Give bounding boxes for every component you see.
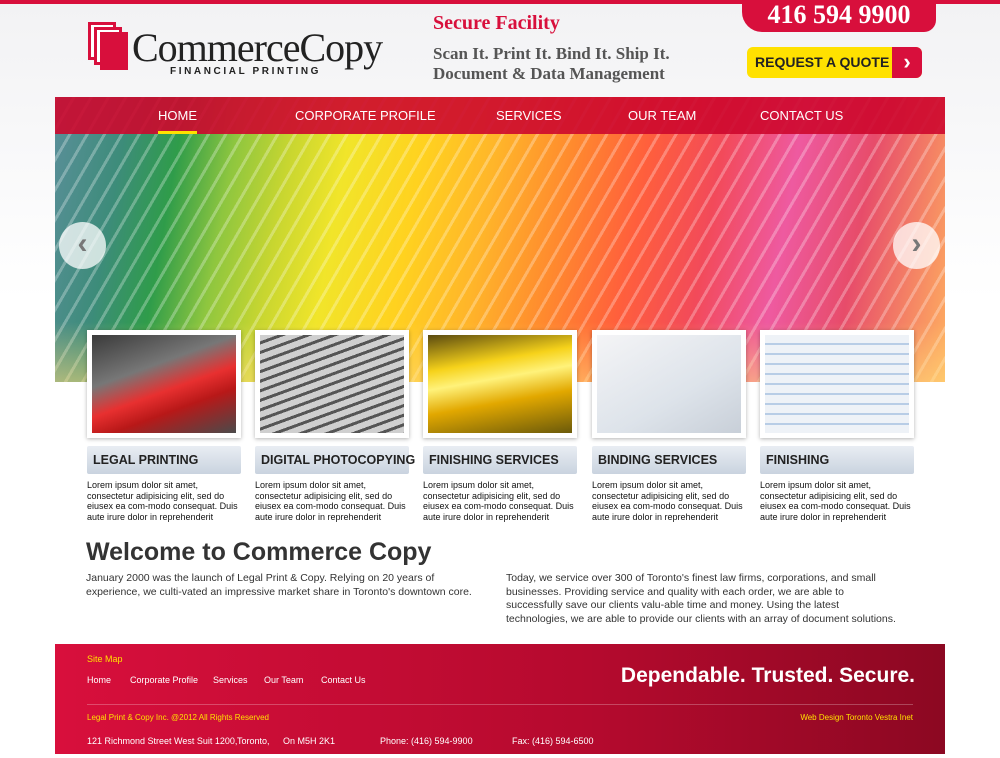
service-title[interactable]: BINDING SERVICES: [592, 446, 746, 474]
footer-phone: Phone: (416) 594-9900: [380, 736, 473, 746]
footer-fax: Fax: (416) 594-6500: [512, 736, 594, 746]
logo-mark-icon: [88, 22, 128, 70]
tagline: Scan It. Print It. Bind It. Ship It. Doc…: [433, 44, 670, 84]
slider-next-button[interactable]: ›: [893, 222, 940, 269]
logo-name: CommerceCopy: [132, 25, 383, 70]
main-nav: HOME CORPORATE PROFILE SERVICES OUR TEAM…: [55, 97, 945, 134]
service-card-legal-printing[interactable]: LEGAL PRINTING Lorem ipsum dolor sit ame…: [87, 330, 241, 522]
nav-our-team[interactable]: OUR TEAM: [628, 97, 696, 134]
nav-services[interactable]: SERVICES: [496, 97, 562, 134]
footer-link-our-team[interactable]: Our Team: [264, 675, 303, 685]
service-text: Lorem ipsum dolor sit amet, consectetur …: [592, 480, 743, 522]
service-text: Lorem ipsum dolor sit amet, consectetur …: [87, 480, 238, 522]
welcome-text-right: Today, we service over 300 of Toronto's …: [506, 572, 896, 625]
nav-contact-us[interactable]: CONTACT US: [760, 97, 843, 134]
service-title[interactable]: FINISHING: [760, 446, 914, 474]
service-text: Lorem ipsum dolor sit amet, consectetur …: [423, 480, 574, 522]
footer: Site Map Home Corporate Profile Services…: [55, 644, 945, 754]
service-image: [760, 330, 914, 438]
tagline-line-2: Document & Data Management: [433, 64, 665, 83]
footer-credit-link[interactable]: Web Design Toronto Vestra Inet: [800, 713, 913, 722]
service-card-digital-photocopying[interactable]: DIGITAL PHOTOCOPYING Lorem ipsum dolor s…: [255, 330, 415, 522]
service-text: Lorem ipsum dolor sit amet, consectetur …: [760, 480, 911, 522]
welcome-text-left: January 2000 was the launch of Legal Pri…: [86, 572, 472, 598]
footer-address: 121 Richmond Street West Suit 1200,: [87, 736, 238, 746]
service-image: [255, 330, 409, 438]
footer-link-contact-us[interactable]: Contact Us: [321, 675, 366, 685]
service-title[interactable]: LEGAL PRINTING: [87, 446, 241, 474]
service-title[interactable]: DIGITAL PHOTOCOPYING: [255, 446, 415, 474]
footer-link-home[interactable]: Home: [87, 675, 111, 685]
tagline-line-1: Scan It. Print It. Bind It. Ship It.: [433, 44, 670, 63]
logo[interactable]: CommerceCopy FINANCIAL PRINTING: [88, 22, 388, 78]
service-card-binding-services[interactable]: BINDING SERVICES Lorem ipsum dolor sit a…: [592, 330, 746, 522]
service-image: [87, 330, 241, 438]
chevron-right-icon: ›: [911, 227, 922, 260]
footer-copyright: Legal Print & Copy Inc. @2012 All Rights…: [87, 713, 269, 722]
chevron-right-icon: ›: [892, 47, 922, 78]
logo-subtitle: FINANCIAL PRINTING: [170, 66, 322, 77]
slider-prev-button[interactable]: ‹: [59, 222, 106, 269]
request-quote-label: REQUEST A QUOTE: [755, 54, 890, 70]
footer-link-corporate-profile[interactable]: Corporate Profile: [130, 675, 198, 685]
nav-home[interactable]: HOME: [158, 97, 197, 134]
secure-facility-heading: Secure Facility: [433, 12, 560, 34]
footer-slogan: Dependable. Trusted. Secure.: [620, 664, 915, 687]
footer-sitemap-label[interactable]: Site Map: [87, 654, 123, 664]
phone-number[interactable]: 416 594 9900: [742, 0, 936, 32]
service-card-finishing-services[interactable]: FINISHING SERVICES Lorem ipsum dolor sit…: [423, 330, 577, 522]
service-card-finishing[interactable]: FINISHING Lorem ipsum dolor sit amet, co…: [760, 330, 914, 522]
footer-postal: On M5H 2K1: [283, 736, 336, 746]
footer-city: Toronto,: [237, 736, 270, 746]
chevron-left-icon: ‹: [77, 227, 88, 260]
service-title[interactable]: FINISHING SERVICES: [423, 446, 577, 474]
service-image: [592, 330, 746, 438]
request-quote-button[interactable]: REQUEST A QUOTE ›: [747, 47, 922, 78]
service-image: [423, 330, 577, 438]
welcome-title: Welcome to Commerce Copy: [86, 538, 432, 566]
nav-corporate-profile[interactable]: CORPORATE PROFILE: [295, 97, 436, 134]
footer-divider: [87, 704, 913, 705]
footer-link-services[interactable]: Services: [213, 675, 248, 685]
service-text: Lorem ipsum dolor sit amet, consectetur …: [255, 480, 406, 522]
